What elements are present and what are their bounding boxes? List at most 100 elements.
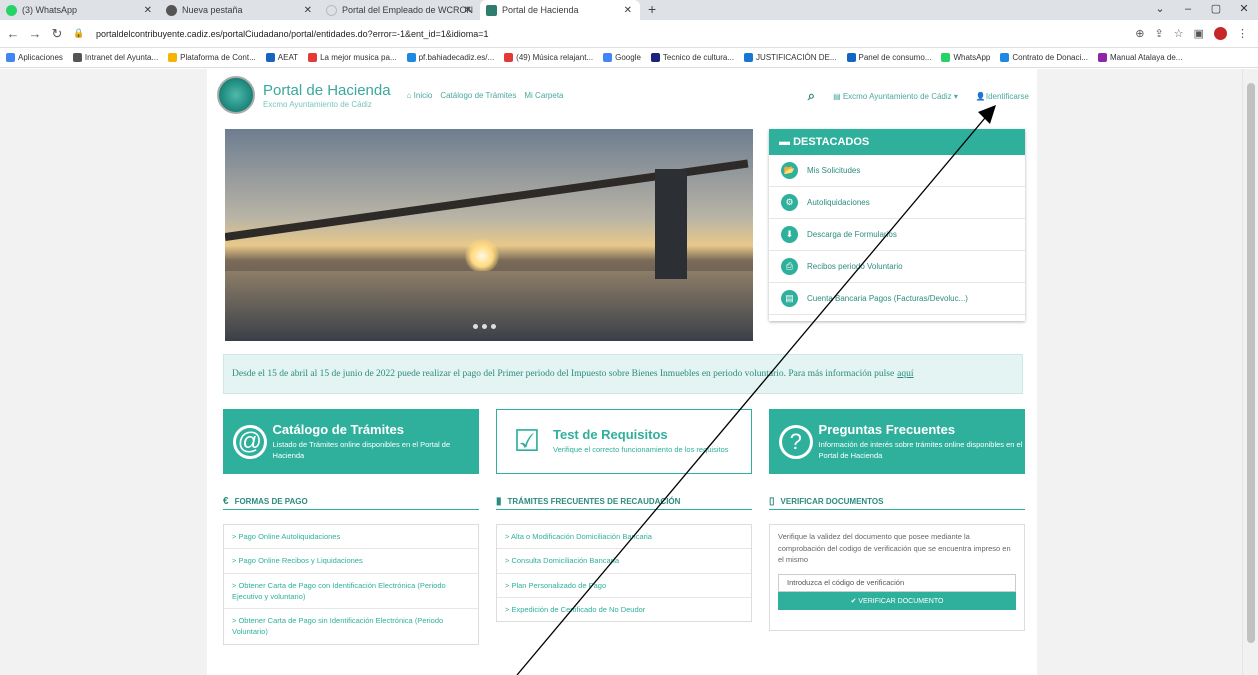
bookmark-item[interactable]: Tecnico de cultura... [650, 53, 735, 62]
portal-title[interactable]: Portal de Hacienda [263, 82, 391, 99]
list-link[interactable]: > Obtener Carta de Pago con Identificaci… [224, 574, 478, 609]
back-arrow-icon[interactable]: ← [4, 26, 22, 41]
bookmark-label: Manual Atalaya de... [1109, 53, 1183, 62]
cadiz-shield-logo[interactable] [217, 76, 255, 114]
destacado-item[interactable]: 📂 Mis Solicitudes [769, 155, 1025, 187]
destacado-item[interactable]: ▤ Cuenta Bancaria Pagos (Facturas/Devoluc… [769, 283, 1025, 315]
extensions-icon[interactable]: ▣ [1194, 27, 1204, 40]
bookmark-item[interactable]: Google [603, 53, 641, 62]
bookmark-label: Google [615, 53, 641, 62]
scrollbar[interactable] [1242, 69, 1258, 675]
verificar-section: ▯ VERIFICAR DOCUMENTOS Verifique la valid… [769, 494, 1025, 631]
bookmark-icon [650, 53, 660, 62]
scrollbar-thumb[interactable] [1247, 83, 1255, 643]
folder-icon: ▬ [779, 136, 794, 148]
document-icon: ▮ [496, 496, 502, 507]
destacados-header: ▬ DESTACADOS [769, 129, 1025, 155]
destacado-item[interactable]: ⚙ Autoliquidaciones [769, 187, 1025, 219]
bookmark-icon [504, 53, 514, 62]
bookmark-item[interactable]: Plataforma de Cont... [168, 53, 256, 62]
card-test-requisitos[interactable]: ☑ Test de Requisitos Verifique el correct… [496, 409, 752, 474]
verification-code-input[interactable]: Introduzca el código de verificación [778, 573, 1016, 592]
close-window-button[interactable]: ✕ [1230, 0, 1258, 18]
close-icon[interactable]: ✕ [464, 5, 472, 16]
forward-arrow-icon[interactable]: → [26, 26, 44, 41]
tab-whatsapp[interactable]: (3) WhatsApp ✕ [0, 0, 160, 20]
hero-carousel[interactable] [225, 129, 753, 341]
tab-label: Portal de Hacienda [502, 5, 579, 15]
tab-label: Nueva pestaña [182, 5, 243, 15]
menu-catalogo[interactable]: Catálogo de Trámites [440, 91, 516, 100]
maximize-button[interactable]: ▢ [1202, 0, 1230, 18]
bookmark-item[interactable]: pf.bahiadecadiz.es/... [406, 53, 494, 62]
notice-link[interactable]: aquí [897, 369, 913, 379]
bookmark-item[interactable]: AEAT [265, 53, 298, 62]
bookmark-label: (49) Música relajant... [516, 53, 594, 62]
verificar-text: Verifique la validez del documento que p… [778, 532, 1011, 565]
tramites-section: ▮ TRÁMITES FRECUENTES DE RECAUDACIÓN > Al… [496, 494, 752, 622]
tab-portal-hacienda[interactable]: Portal de Hacienda ✕ [480, 0, 640, 20]
card-preguntas[interactable]: ? Preguntas Frecuentes Información de int… [769, 409, 1025, 474]
bookmark-label: Tecnico de cultura... [662, 53, 735, 62]
bookmark-label: WhatsApp [953, 53, 991, 62]
bookmark-label: Intranet del Ayunta... [84, 53, 159, 62]
bookmark-item[interactable]: (49) Música relajant... [504, 53, 593, 62]
destacado-item[interactable]: ⎙ Recibos periodo Voluntario [769, 251, 1025, 283]
zoom-icon[interactable]: ⊕ [1135, 27, 1144, 40]
destacado-label: Recibos periodo Voluntario [807, 262, 903, 271]
login-link[interactable]: 👤Identificarse [976, 92, 1029, 101]
new-tab-button[interactable]: + [648, 0, 656, 20]
tab-new-tab[interactable]: Nueva pestaña ✕ [160, 0, 320, 20]
list-link[interactable]: > Obtener Carta de Pago sin Identificaci… [224, 609, 478, 644]
destacados-title: DESTACADOS [793, 136, 870, 148]
bookmark-item[interactable]: JUSTIFICACIÓN DE... [744, 53, 837, 62]
verificar-button[interactable]: ✔ VERIFICAR DOCUMENTO [778, 591, 1016, 610]
bookmark-item[interactable]: Manual Atalaya de... [1097, 53, 1183, 62]
bookmark-icon [265, 53, 275, 62]
search-icon[interactable]: ⌕ [808, 88, 815, 104]
card-catalogo[interactable]: @ Catálogo de Trámites Listado de Trámite… [223, 409, 479, 474]
list-link[interactable]: > Pago Online Autoliquidaciones [224, 525, 478, 550]
tab-portal-empleado[interactable]: Portal del Empleado de WCRON ✕ [320, 0, 480, 20]
menu-mi-carpeta[interactable]: Mi Carpeta [524, 91, 563, 100]
chrome-icon [166, 4, 177, 16]
bookmark-item[interactable]: Aplicaciones [6, 53, 63, 62]
share-icon[interactable]: ⇪ [1155, 27, 1164, 40]
bookmark-item[interactable]: Panel de consumo... [846, 53, 931, 62]
entity-selector-label: Excmo Ayuntamiento de Cádiz ▾ [842, 91, 958, 101]
bookmark-icon [406, 53, 416, 62]
building-icon: ▤ [833, 91, 843, 101]
menu-kebab-icon[interactable]: ⋮ [1237, 27, 1248, 40]
reload-icon[interactable]: ↻ [48, 26, 66, 42]
destacado-label: Mis Solicitudes [807, 166, 861, 175]
list-link[interactable]: > Plan Personalizado de Pago [497, 574, 751, 598]
whatsapp-icon [6, 4, 17, 16]
entity-selector[interactable]: ▤ Excmo Ayuntamiento de Cádiz ▾ [833, 92, 958, 101]
profile-avatar[interactable] [1214, 27, 1227, 40]
list-link[interactable]: > Expedición de Certificado de No Deudor [497, 598, 751, 621]
minimize-button[interactable]: – [1174, 0, 1202, 18]
close-icon[interactable]: ✕ [144, 5, 152, 16]
bookmark-item[interactable]: Intranet del Ayunta... [72, 53, 159, 62]
carousel-indicators[interactable] [473, 324, 496, 329]
card-title: Catálogo de Trámites [272, 422, 405, 437]
list-link[interactable]: > Pago Online Recibos y Liquidaciones [224, 549, 478, 574]
lock-icon[interactable]: 🔒 [70, 28, 88, 39]
close-icon[interactable]: ✕ [304, 5, 312, 16]
tab-search-icon[interactable]: ⌄ [1146, 0, 1174, 18]
menu-inicio[interactable]: ⌂ Inicio [407, 91, 433, 100]
bookmark-icon [72, 53, 82, 62]
bookmark-item[interactable]: Contrato de Donaci... [1000, 53, 1088, 62]
loading-icon [326, 4, 337, 16]
list-link[interactable]: > Alta o Modificación Domiciliación Banc… [497, 525, 751, 550]
destacado-item[interactable]: ⬇ Descarga de Formularios [769, 219, 1025, 251]
url-field[interactable]: portaldelcontribuyente.cadiz.es/portalCi… [96, 29, 1135, 39]
bookmark-star-icon[interactable]: ☆ [1174, 27, 1184, 40]
close-icon[interactable]: ✕ [624, 5, 632, 16]
list-link[interactable]: > Consulta Domiciliación Bancaria [497, 549, 751, 574]
bookmark-item[interactable]: WhatsApp [941, 53, 990, 62]
formas-pago-section: € FORMAS DE PAGO > Pago Online Autoliquid… [223, 494, 479, 645]
destacado-icon: ▤ [781, 290, 798, 307]
destacado-label: Autoliquidaciones [807, 198, 870, 207]
bookmark-item[interactable]: La mejor musica pa... [308, 53, 397, 62]
